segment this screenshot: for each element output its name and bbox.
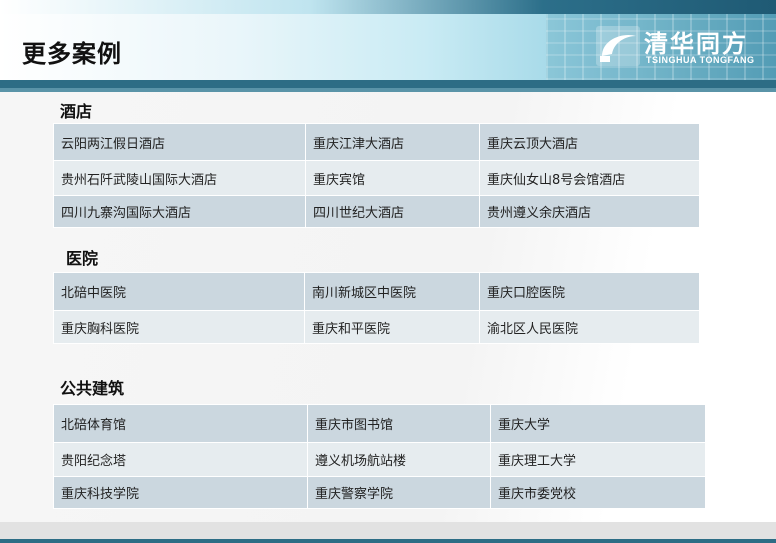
table-cell: 贵阳纪念塔 [53, 442, 308, 477]
table-cell: 贵州遵义余庆酒店 [479, 195, 700, 228]
table-row: 重庆胸科医院 重庆和平医院 渝北区人民医院 [53, 310, 700, 344]
table-cell: 重庆仙女山8号会馆酒店 [479, 160, 700, 196]
table-row: 四川九寨沟国际大酒店 四川世纪大酒店 贵州遵义余庆酒店 [53, 195, 700, 228]
table-cell: 重庆科技学院 [53, 476, 308, 509]
table-cell: 贵州石阡武陵山国际大酒店 [53, 160, 306, 196]
table-cell: 重庆江津大酒店 [305, 123, 480, 161]
table-cell: 重庆和平医院 [304, 310, 480, 344]
public-buildings-table: 北碚体育馆 重庆市图书馆 重庆大学 贵阳纪念塔 遵义机场航站楼 重庆理工大学 重… [53, 404, 706, 509]
section-title-public-buildings: 公共建筑 [60, 379, 125, 398]
table-cell: 北碚体育馆 [53, 404, 308, 443]
logo-mark-icon [596, 26, 640, 66]
slide-header: 更多案例 清华同方 TSINGHUA TONGFANG [0, 0, 776, 88]
logo-english-text: TSINGHUA TONGFANG [646, 55, 755, 65]
table-row: 贵州石阡武陵山国际大酒店 重庆宾馆 重庆仙女山8号会馆酒店 [53, 160, 700, 196]
table-cell: 重庆警察学院 [307, 476, 491, 509]
table-cell: 北碚中医院 [53, 272, 305, 311]
header-divider-secondary [0, 88, 776, 92]
table-cell: 重庆宾馆 [305, 160, 480, 196]
page-title: 更多案例 [22, 40, 122, 68]
section-title-hospitals: 医院 [66, 249, 99, 268]
table-cell: 重庆口腔医院 [479, 272, 700, 311]
table-row: 云阳两江假日酒店 重庆江津大酒店 重庆云顶大酒店 [53, 123, 700, 161]
table-cell: 重庆胸科医院 [53, 310, 305, 344]
header-divider [0, 80, 776, 88]
hospitals-table: 北碚中医院 南川新城区中医院 重庆口腔医院 重庆胸科医院 重庆和平医院 渝北区人… [53, 272, 700, 344]
table-cell: 云阳两江假日酒店 [53, 123, 306, 161]
table-cell: 重庆理工大学 [490, 442, 706, 477]
table-cell: 重庆云顶大酒店 [479, 123, 700, 161]
table-cell: 南川新城区中医院 [304, 272, 480, 311]
table-row: 重庆科技学院 重庆警察学院 重庆市委党校 [53, 476, 706, 509]
table-row: 北碚体育馆 重庆市图书馆 重庆大学 [53, 404, 706, 443]
table-row: 贵阳纪念塔 遵义机场航站楼 重庆理工大学 [53, 442, 706, 477]
section-title-hotels: 酒店 [60, 102, 93, 121]
table-row: 北碚中医院 南川新城区中医院 重庆口腔医院 [53, 272, 700, 311]
table-cell: 渝北区人民医院 [479, 310, 700, 344]
table-cell: 重庆市图书馆 [307, 404, 491, 443]
table-cell: 遵义机场航站楼 [307, 442, 491, 477]
tsinghua-tongfang-logo: 清华同方 TSINGHUA TONGFANG [596, 22, 768, 72]
table-cell: 四川九寨沟国际大酒店 [53, 195, 306, 228]
logo-chinese-text: 清华同方 [644, 30, 748, 58]
table-cell: 重庆市委党校 [490, 476, 706, 509]
hotels-table: 云阳两江假日酒店 重庆江津大酒店 重庆云顶大酒店 贵州石阡武陵山国际大酒店 重庆… [53, 123, 700, 228]
table-cell: 重庆大学 [490, 404, 706, 443]
footer-line [0, 539, 776, 543]
header-top-bar [0, 0, 776, 14]
table-cell: 四川世纪大酒店 [305, 195, 480, 228]
